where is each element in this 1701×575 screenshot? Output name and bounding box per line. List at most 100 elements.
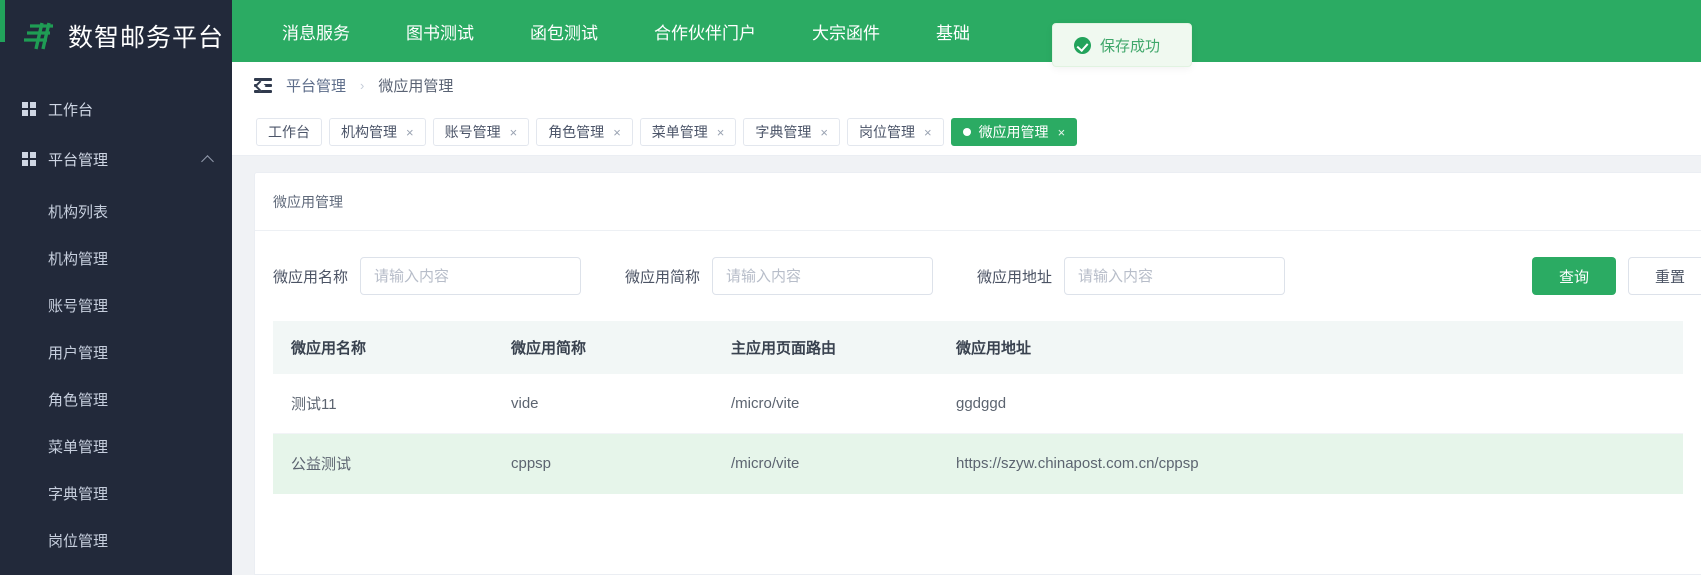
topnav-item-basic[interactable]: 基础 [908, 19, 998, 44]
reset-button[interactable]: 重置 [1628, 257, 1701, 295]
top-navigation: 消息服务 图书测试 函包测试 合作伙伴门户 大宗函件 基础 [254, 19, 998, 44]
main-area: 消息服务 图书测试 函包测试 合作伙伴门户 大宗函件 基础 保存成功 平台管理 … [232, 0, 1701, 575]
micro-app-table: 微应用名称 微应用简称 主应用页面路由 微应用地址 测试11 vide /mic… [273, 321, 1683, 494]
tab-label: 微应用管理 [978, 124, 1049, 140]
tab-role-manage[interactable]: 角色管理 × [536, 118, 633, 146]
breadcrumb-item-platform[interactable]: 平台管理 [286, 75, 346, 96]
table-header-row: 微应用名称 微应用简称 主应用页面路由 微应用地址 [273, 321, 1683, 374]
sidebar-item-label: 岗位管理 [48, 533, 109, 550]
micro-app-table-wrap: 微应用名称 微应用简称 主应用页面路由 微应用地址 测试11 vide /mic… [255, 321, 1701, 574]
content-area: 微应用管理 微应用名称 微应用简称 微应用地址 [232, 156, 1701, 575]
sidebar-menu: 工作台 平台管理 机构列表 机构管理 账号管理 用户管理 角色管理 菜单管理 字… [0, 72, 232, 564]
table-row[interactable]: 公益测试 cppsp /micro/vite https://szyw.chin… [273, 433, 1683, 494]
sidebar-item-user-manage[interactable]: 用户管理 [0, 329, 232, 376]
topnav-item-partner-portal[interactable]: 合作伙伴门户 [626, 19, 784, 44]
cell-short-name: cppsp [493, 433, 713, 494]
sidebar: 数智邮务平台 工作台 平台管理 机构列表 机构管理 账号管理 用户管理 角色管理… [0, 0, 232, 575]
sidebar-item-dict-manage[interactable]: 字典管理 [0, 470, 232, 517]
breadcrumb-separator: › [360, 78, 365, 93]
tab-menu-manage[interactable]: 菜单管理 × [639, 118, 737, 146]
brand-title: 数智邮务平台 [68, 24, 225, 52]
chevron-up-icon [202, 153, 214, 165]
table-body: 测试11 vide /micro/vite ggdggd 公益测试 cppsp … [273, 374, 1683, 494]
brand: 数智邮务平台 [0, 0, 232, 72]
topnav-item-book-test[interactable]: 图书测试 [378, 19, 502, 44]
breadcrumb: 平台管理 › 微应用管理 [232, 62, 1701, 109]
tab-bar: 工作台 机构管理 × 账号管理 × 角色管理 × 菜单管理 × 字典管理 × 岗… [232, 109, 1701, 156]
tab-micro-app-manage[interactable]: 微应用管理 × [950, 118, 1078, 146]
tab-org-manage[interactable]: 机构管理 × [329, 118, 426, 146]
sidebar-group-label: 工作台 [48, 101, 94, 119]
topnav-item-bulk-mail[interactable]: 大宗函件 [784, 19, 908, 44]
topnav-item-letter-test[interactable]: 函包测试 [502, 19, 626, 44]
topnav-label: 函包测试 [530, 23, 598, 43]
sidebar-item-label: 账号管理 [48, 298, 109, 315]
sidebar-item-org-list[interactable]: 机构列表 [0, 188, 232, 235]
sidebar-item-account-manage[interactable]: 账号管理 [0, 282, 232, 329]
close-icon[interactable]: × [406, 126, 414, 139]
sidebar-item-label: 机构管理 [48, 251, 109, 268]
card-title: 微应用管理 [255, 173, 1701, 231]
close-icon[interactable]: × [820, 126, 828, 139]
sidebar-item-label: 字典管理 [48, 486, 109, 503]
cell-url: ggdggd [938, 374, 1683, 434]
sidebar-item-label: 角色管理 [48, 392, 109, 409]
sidebar-item-label: 机构列表 [48, 204, 109, 221]
field-app-name: 微应用名称 [273, 257, 582, 295]
topnav-label: 消息服务 [282, 23, 350, 43]
topbar: 消息服务 图书测试 函包测试 合作伙伴门户 大宗函件 基础 保存成功 [232, 0, 1701, 67]
success-check-icon [1074, 36, 1091, 54]
tab-label: 工作台 [268, 124, 310, 140]
tab-dict-manage[interactable]: 字典管理 × [743, 118, 840, 146]
close-icon[interactable]: × [924, 126, 932, 139]
close-icon[interactable]: × [717, 126, 725, 139]
tab-label: 角色管理 [548, 124, 605, 140]
sidebar-item-role-manage[interactable]: 角色管理 [0, 376, 232, 423]
tab-post-manage[interactable]: 岗位管理 × [846, 118, 944, 146]
tab-label: 机构管理 [341, 124, 397, 140]
column-header-route: 主应用页面路由 [713, 321, 938, 374]
tab-label: 岗位管理 [858, 124, 915, 140]
sidebar-item-post-manage[interactable]: 岗位管理 [0, 517, 232, 564]
cell-url: https://szyw.chinapost.com.cn/cppsp [938, 433, 1683, 494]
tab-account-manage[interactable]: 账号管理 × [432, 118, 530, 146]
tab-label: 账号管理 [444, 124, 501, 140]
tab-workbench[interactable]: 工作台 [256, 118, 322, 146]
table-row[interactable]: 测试11 vide /micro/vite ggdggd [273, 374, 1683, 434]
close-icon[interactable]: × [613, 126, 621, 139]
tab-label: 菜单管理 [651, 124, 708, 140]
search-actions: 查询 重置 [1532, 257, 1701, 295]
field-app-url: 微应用地址 [977, 257, 1286, 295]
micro-app-card: 微应用管理 微应用名称 微应用简称 微应用地址 [254, 172, 1701, 575]
toast-message: 保存成功 [1100, 37, 1161, 55]
topnav-label: 合作伙伴门户 [654, 23, 756, 43]
sidebar-item-org-manage[interactable]: 机构管理 [0, 235, 232, 282]
column-header-short-name: 微应用简称 [493, 321, 713, 374]
sidebar-item-label: 菜单管理 [48, 439, 109, 456]
column-header-name: 微应用名称 [273, 321, 493, 374]
sidebar-item-menu-manage[interactable]: 菜单管理 [0, 423, 232, 470]
cell-name: 公益测试 [273, 433, 493, 494]
field-label: 微应用地址 [977, 268, 1053, 286]
menu-fold-icon[interactable] [254, 78, 272, 93]
field-label: 微应用名称 [273, 268, 349, 286]
sidebar-accent-bar [0, 0, 5, 42]
search-input-app-short-name[interactable] [712, 257, 934, 295]
search-input-app-name[interactable] [360, 257, 582, 295]
close-icon[interactable]: × [1058, 126, 1066, 139]
cell-short-name: vide [493, 374, 713, 434]
active-dot-icon [962, 128, 971, 136]
close-icon[interactable]: × [510, 126, 518, 139]
tab-label: 字典管理 [755, 124, 812, 140]
sidebar-group-platform[interactable]: 平台管理 [0, 134, 232, 184]
search-input-app-url[interactable] [1064, 257, 1286, 295]
app-root: 数智邮务平台 工作台 平台管理 机构列表 机构管理 账号管理 用户管理 角色管理… [0, 0, 1701, 575]
topnav-item-message-service[interactable]: 消息服务 [254, 19, 378, 44]
sidebar-submenu: 机构列表 机构管理 账号管理 用户管理 角色管理 菜单管理 字典管理 岗位管理 [0, 184, 232, 564]
query-button[interactable]: 查询 [1532, 257, 1616, 295]
sidebar-group-workbench[interactable]: 工作台 [0, 84, 232, 134]
column-header-url: 微应用地址 [938, 321, 1683, 374]
field-label: 微应用简称 [625, 268, 701, 286]
cell-route: /micro/vite [713, 374, 938, 434]
grid-icon [22, 152, 36, 166]
